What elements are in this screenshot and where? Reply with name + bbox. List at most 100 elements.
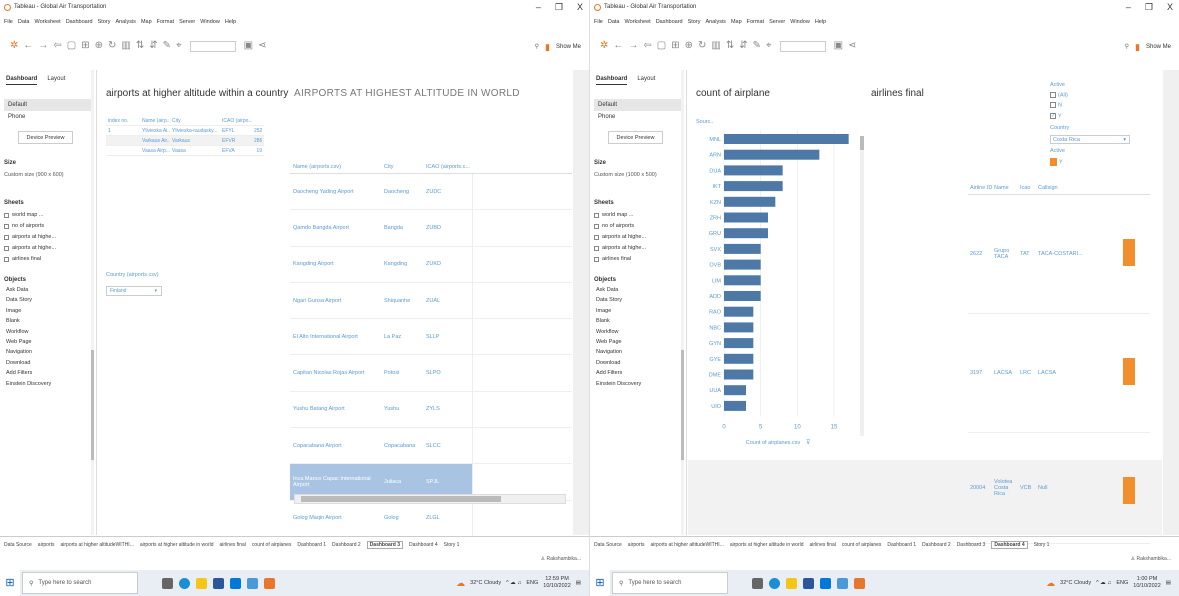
sheet-item[interactable]: no of airports [594,223,682,229]
table-row[interactable]: Ngari Gunsa Airport Shiquanhe ZUAL [290,282,572,320]
object-data-story[interactable]: Data Story [6,297,90,303]
refresh-icon[interactable]: ↻ [108,39,116,53]
forward-icon[interactable]: → [628,39,638,53]
menu-analysis[interactable]: Analysis [705,19,725,25]
active-color-mark[interactable] [1123,239,1135,266]
task-view-icon[interactable] [162,577,173,589]
save-icon[interactable]: ▢ [67,39,76,53]
edge-icon[interactable] [769,577,780,589]
device-default[interactable]: Default [594,99,682,111]
taskbar-search-box[interactable]: ⚲ Type here to search [22,572,138,594]
sheet-item[interactable]: airports at highe... [594,245,682,251]
object-workflow[interactable]: Workflow [6,329,90,335]
tableau-taskbar-icon[interactable] [854,577,865,589]
table-row[interactable]: 2622 Grupo TACA TAT TACA-COSTARI... [968,195,1150,314]
canvas-vertical-scrollbar[interactable] [1163,70,1179,535]
swap-icon[interactable]: ⇅ [726,39,734,53]
close-button[interactable]: X [1167,0,1173,14]
taskbar-search-box[interactable]: ⚲ Type here to search [612,572,728,594]
menu-story[interactable]: Story [98,19,111,25]
active-color-mark[interactable] [1123,358,1135,385]
sheet-item[interactable]: airports at highe... [594,234,682,240]
tab-dashboard-3[interactable]: Dashboard 3 [366,540,403,549]
edge-icon[interactable] [179,577,190,589]
object-ask-data[interactable]: Ask Data [596,287,680,293]
country-filter-dropdown[interactable]: Costa Rica ▾ [1050,135,1130,145]
bar[interactable] [724,369,754,380]
menu-window[interactable]: Window [200,19,220,25]
bar[interactable] [724,228,768,239]
weather-text[interactable]: 32°C Cloudy [1060,580,1091,586]
menu-analysis[interactable]: Analysis [115,19,135,25]
tab-higher-altitude-world[interactable]: airports at higher altitude in world [730,542,804,548]
user-name[interactable]: Rakshambika... [1137,556,1171,562]
present-icon[interactable]: ▣ [244,39,253,53]
bar[interactable] [724,196,776,207]
notification-icon[interactable]: ▤ [1166,580,1171,586]
language-indicator[interactable]: ENG [526,580,538,586]
chart-icon[interactable]: ▥ [711,39,720,53]
object-navigation[interactable]: Navigation [6,349,90,355]
weather-text[interactable]: 32°C Cloudy [470,580,501,586]
tab-dashboard[interactable]: Dashboard [596,76,628,85]
clock[interactable]: 12:59 PM 10/10/2022 [543,576,571,590]
new-sheet-icon[interactable]: ⊞ [671,39,679,53]
object-web-page[interactable]: Web Page [6,339,90,345]
maximize-button[interactable]: ❐ [1145,0,1153,14]
minimize-button[interactable]: – [536,0,541,14]
pin-icon[interactable]: ⌖ [176,39,182,53]
object-navigation[interactable]: Navigation [596,349,680,355]
file-explorer-icon[interactable] [196,577,207,589]
bar[interactable] [724,259,761,270]
table-row[interactable]: 20004 Volotea Costa Rica VCB Null [968,433,1150,544]
menu-dashboard[interactable]: Dashboard [656,19,683,25]
tab-dashboard-4[interactable]: Dashboard 4 [409,542,438,548]
menu-format[interactable]: Format [747,19,764,25]
tab-airlines-final[interactable]: airlines final [810,542,836,548]
object-image[interactable]: Image [596,308,680,314]
menu-file[interactable]: File [594,19,603,25]
menu-dashboard[interactable]: Dashboard [66,19,93,25]
bar[interactable] [724,275,761,286]
sheet-item[interactable]: airports at highe... [4,234,92,240]
bar[interactable] [724,353,754,364]
duplicate-icon[interactable]: ⊕ [95,39,103,53]
show-me-button[interactable]: ⚲ ▮ Show Me [535,40,581,54]
tab-higher-altitude-within[interactable]: airports at higher altitudeWITHI... [60,542,133,548]
tab-layout[interactable]: Layout [47,76,65,85]
object-workflow[interactable]: Workflow [596,329,680,335]
tableau-logo-icon[interactable]: ✲ [10,39,18,53]
new-sheet-icon[interactable]: ⊞ [81,39,89,53]
tab-airlines-final[interactable]: airlines final [220,542,246,548]
tab-dashboard[interactable]: Dashboard [6,76,38,85]
sidebar-scrollbar[interactable] [681,70,684,535]
store-icon[interactable] [213,577,224,589]
tab-airports[interactable]: airports [628,542,645,548]
device-phone[interactable]: Phone [4,111,92,123]
mail-icon[interactable] [820,577,831,589]
active-option-all[interactable]: (All) [1050,92,1130,98]
active-color-mark[interactable] [1123,477,1135,504]
bar[interactable] [724,134,849,144]
bar[interactable] [724,181,783,192]
bar[interactable] [724,400,746,411]
object-download[interactable]: Download [596,360,680,366]
device-phone[interactable]: Phone [594,111,682,123]
duplicate-icon[interactable]: ⊕ [685,39,693,53]
sheet-item[interactable]: airlines final [594,256,682,262]
tableau-taskbar-icon[interactable] [264,577,275,589]
size-dropdown[interactable]: Custom size (900 x 600) [0,166,96,184]
language-indicator[interactable]: ENG [1116,580,1128,586]
app-icon[interactable] [247,577,258,589]
show-me-button[interactable]: ⚲ ▮ Show Me [1125,40,1171,54]
tab-story-1[interactable]: Story 1 [444,542,460,548]
tab-dashboard-1[interactable]: Dashboard 1 [297,542,326,548]
bar[interactable] [724,338,754,349]
table-horizontal-scrollbar[interactable] [294,494,566,504]
tab-dashboard-3[interactable]: Dashboard 3 [957,542,986,548]
windows-start-icon[interactable]: ⊞ [0,570,20,596]
menu-story[interactable]: Story [688,19,701,25]
comment-icon[interactable]: ⚲ [1125,40,1129,54]
object-data-story[interactable]: Data Story [596,297,680,303]
menu-worksheet[interactable]: Worksheet [35,19,61,25]
